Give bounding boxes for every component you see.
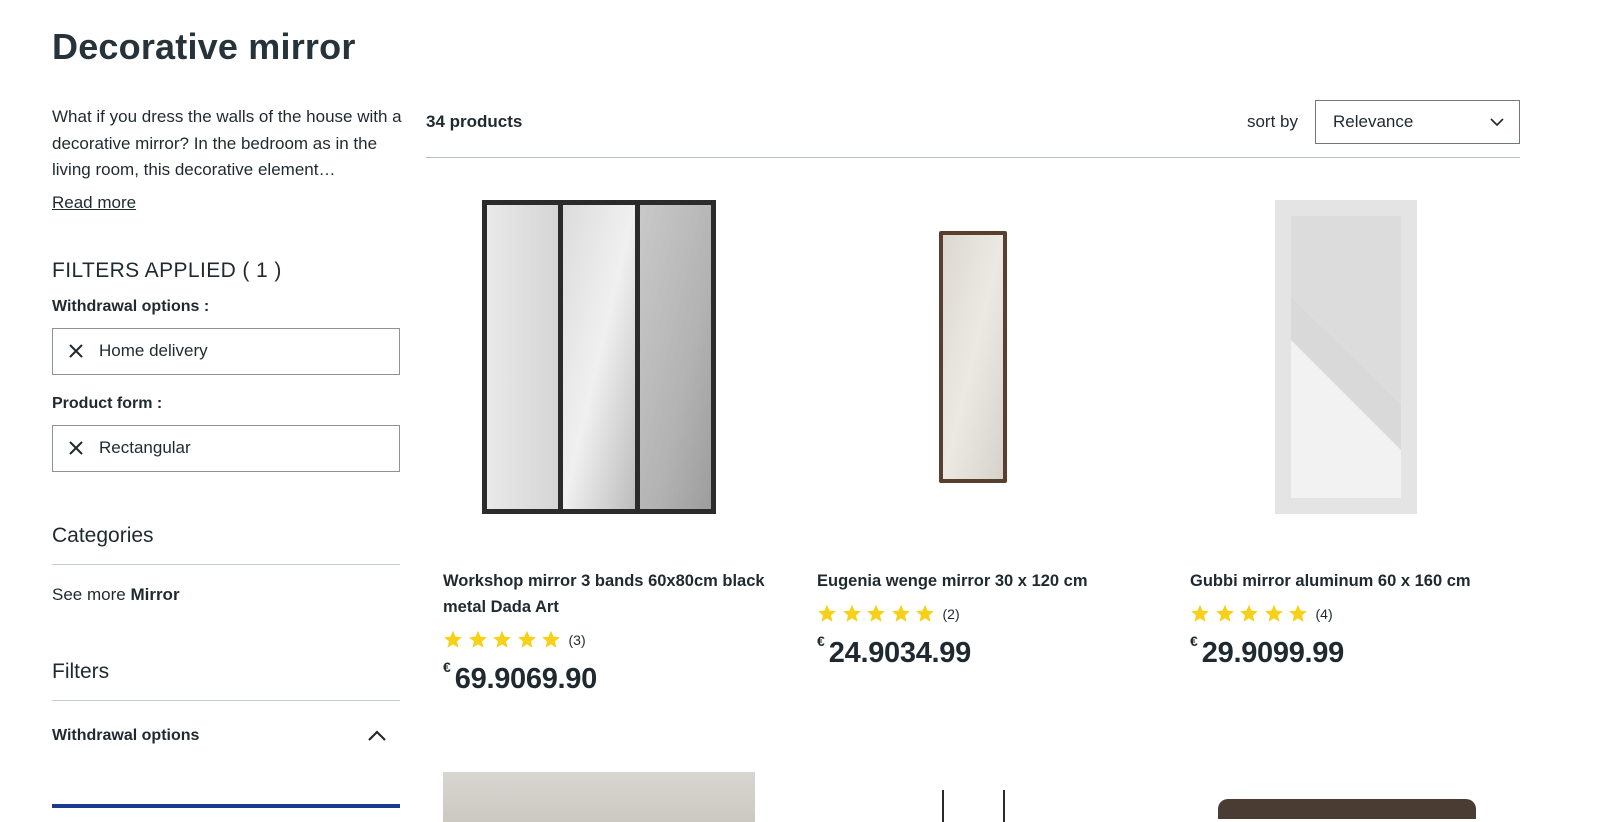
review-count[interactable]: (4): [1316, 606, 1333, 622]
product-rating: (3): [443, 630, 773, 649]
accordion-active-bar: [52, 804, 400, 808]
review-count[interactable]: (3): [569, 632, 586, 648]
filters-applied-title: FILTERS APPLIED ( 1 ): [52, 258, 282, 282]
product-price: € 24.9034.99: [817, 633, 1147, 670]
accordion-label: Withdrawal options: [52, 726, 200, 744]
product-image-eugenia-mirror[interactable]: [817, 192, 1129, 522]
sort-value: Relevance: [1333, 112, 1414, 131]
product-listing: 34 products sort by Relevance Workshop m…: [426, 100, 1520, 822]
star-icon: [916, 604, 934, 622]
star-icon: [542, 630, 560, 648]
sidebar: What if you dress the walls of the house…: [52, 104, 402, 808]
applied-filter-home-delivery[interactable]: Home delivery: [52, 327, 400, 375]
star-icon: [1215, 604, 1234, 622]
product-count: 34 products: [426, 112, 523, 131]
read-more-link[interactable]: Read more: [52, 193, 136, 213]
product-price: € 69.9069.90: [443, 659, 773, 696]
product-rating: (2): [817, 604, 1147, 623]
star-icon: [842, 604, 861, 622]
see-more-prefix: See more: [52, 584, 126, 604]
star-icon: [1264, 604, 1283, 622]
categories-heading: Categories: [52, 524, 400, 565]
product-card[interactable]: Eugenia wenge mirror 30 x 120 cm (2) € 2…: [817, 192, 1147, 670]
product-name[interactable]: Gubbi mirror aluminum 60 x 160 cm: [1190, 568, 1520, 594]
star-icon: [1289, 604, 1307, 622]
product-card[interactable]: Gubbi mirror aluminum 60 x 160 cm (4) € …: [1190, 192, 1520, 670]
close-icon[interactable]: [67, 342, 85, 360]
category-description: What if you dress the walls of the house…: [52, 107, 402, 179]
product-image-partial-stand: [942, 790, 944, 822]
review-count[interactable]: (2): [943, 606, 960, 622]
product-rating: (4): [1190, 604, 1520, 623]
listing-toolbar: 34 products sort by Relevance: [426, 100, 1520, 158]
star-icon: [517, 630, 536, 648]
mirror-wenge-image: [939, 231, 1007, 483]
applied-filter-rectangular[interactable]: Rectangular: [52, 424, 400, 472]
see-more-mirror-link[interactable]: See more Mirror: [52, 585, 400, 605]
star-icon: [444, 630, 462, 648]
page-title: Decorative mirror: [52, 26, 356, 67]
chevron-down-icon: [1490, 118, 1504, 127]
price-amount: 29.9099.99: [1201, 637, 1344, 669]
price-amount: 24.9034.99: [828, 637, 971, 669]
product-image-workshop-mirror[interactable]: [443, 192, 755, 522]
star-icon: [1240, 604, 1258, 622]
close-icon[interactable]: [67, 439, 85, 457]
product-image-partial-frame[interactable]: [1218, 799, 1476, 819]
product-price: € 29.9099.99: [1190, 633, 1520, 670]
star-icon: [1191, 604, 1209, 622]
mirror-three-panel-image: [482, 200, 716, 514]
filter-group-label-product-form: Product form :: [52, 394, 163, 412]
product-image-partial-stand: [1003, 790, 1005, 822]
filters-heading: Filters: [52, 660, 400, 701]
price-currency: €: [1190, 633, 1198, 649]
applied-filter-value: Rectangular: [99, 438, 191, 457]
star-icon: [891, 604, 910, 622]
mirror-aluminum-image: [1275, 200, 1417, 514]
product-image-gubbi-mirror[interactable]: [1190, 192, 1502, 522]
product-name[interactable]: Eugenia wenge mirror 30 x 120 cm: [817, 568, 1147, 594]
product-card[interactable]: Workshop mirror 3 bands 60x80cm black me…: [443, 192, 773, 696]
product-image-partial[interactable]: [443, 772, 755, 822]
price-currency: €: [443, 659, 451, 675]
star-icon: [493, 630, 511, 648]
chevron-up-icon[interactable]: [366, 729, 388, 743]
withdrawal-options-accordion[interactable]: Withdrawal options: [52, 727, 400, 745]
see-more-category: Mirror: [130, 584, 180, 604]
price-amount: 69.9069.90: [454, 663, 597, 695]
star-icon: [818, 604, 836, 622]
applied-filter-value: Home delivery: [99, 341, 208, 360]
sort-select[interactable]: Relevance: [1315, 100, 1520, 144]
product-name[interactable]: Workshop mirror 3 bands 60x80cm black me…: [443, 568, 773, 620]
price-currency: €: [817, 633, 825, 649]
star-icon: [867, 604, 885, 622]
filter-group-label-withdrawal: Withdrawal options :: [52, 297, 210, 315]
star-icon: [468, 630, 487, 648]
sort-label: sort by: [1246, 112, 1298, 131]
